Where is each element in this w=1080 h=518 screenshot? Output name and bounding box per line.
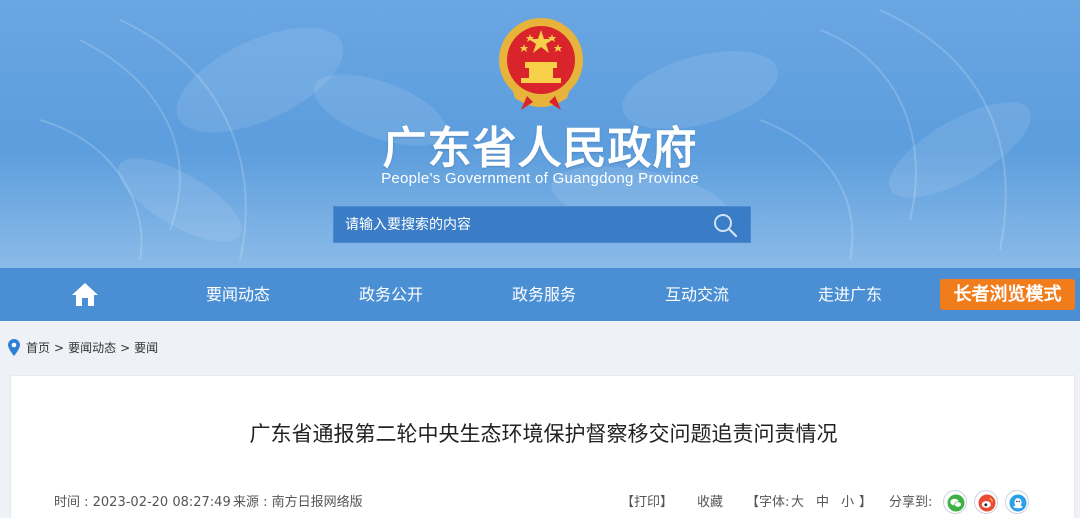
- weibo-icon[interactable]: [974, 490, 998, 514]
- national-emblem-icon: [499, 18, 583, 110]
- font-size-small[interactable]: 小: [841, 494, 854, 512]
- article-title: 广东省通报第二轮中央生态环境保护督察移交问题追责问责情况: [249, 422, 838, 446]
- share-label: 分享到:: [889, 495, 933, 510]
- font-size-large[interactable]: 大: [791, 494, 804, 512]
- breadcrumb-separator: >: [120, 341, 131, 355]
- nav-item-government-affairs[interactable]: 政务公开: [343, 268, 439, 321]
- search-input[interactable]: [334, 207, 704, 242]
- nav-item-interaction[interactable]: 互动交流: [649, 268, 745, 321]
- site-title: 广东省人民政府: [382, 123, 698, 174]
- publish-time: 时间 : 2023-02-20 08:27:49: [54, 495, 231, 510]
- main-nav: 要闻动态 政务公开 政务服务 互动交流 走进广东: [0, 268, 1080, 321]
- elder-mode-button[interactable]: 长者浏览模式: [940, 279, 1075, 310]
- font-size-close: 】: [859, 495, 873, 510]
- article-source: 来源 : 南方日报网络版: [233, 495, 363, 510]
- header-banner: 广东省人民政府 People's Government of Guangdong…: [0, 0, 1080, 268]
- search-icon[interactable]: [712, 212, 740, 238]
- qq-icon[interactable]: [1005, 490, 1029, 514]
- nav-item-about-guangdong[interactable]: 走进广东: [802, 268, 898, 321]
- home-icon[interactable]: [70, 281, 100, 308]
- article-card: 广东省通报第二轮中央生态环境保护督察移交问题追责问责情况 时间 : 2023-0…: [10, 375, 1075, 518]
- favorite-button[interactable]: 收藏: [697, 494, 723, 512]
- wechat-icon[interactable]: [943, 490, 967, 514]
- print-button[interactable]: 【打印】: [621, 494, 673, 512]
- nav-item-government-services[interactable]: 政务服务: [496, 268, 592, 321]
- site-subtitle: People's Government of Guangdong Provinc…: [381, 170, 699, 187]
- breadcrumb: 首页 > 要闻动态 > 要闻: [8, 339, 158, 357]
- breadcrumb-news[interactable]: 要闻动态: [68, 341, 116, 355]
- font-size-label: 【字体:: [746, 495, 790, 510]
- breadcrumb-highlights[interactable]: 要闻: [134, 341, 158, 355]
- location-pin-icon: [8, 339, 20, 356]
- breadcrumb-home[interactable]: 首页: [26, 341, 50, 355]
- nav-item-news[interactable]: 要闻动态: [190, 268, 286, 321]
- breadcrumb-separator: >: [54, 341, 65, 355]
- font-size-medium[interactable]: 中: [816, 494, 829, 512]
- search-bar: [333, 206, 751, 243]
